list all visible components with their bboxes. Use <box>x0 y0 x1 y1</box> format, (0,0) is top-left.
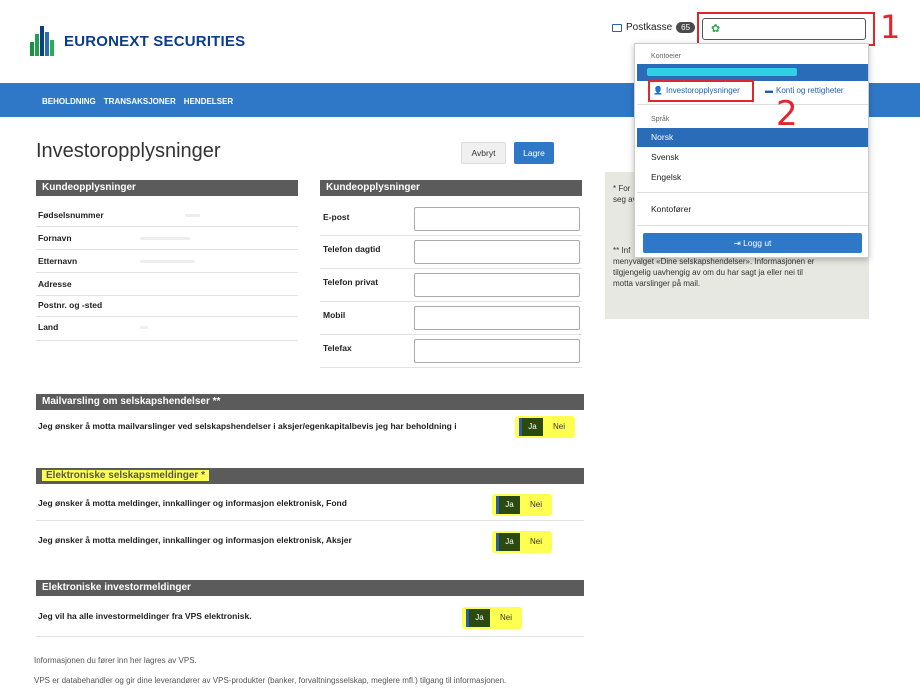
electronic-messages-heading-text: Elektroniske selskapsmeldinger * <box>42 470 209 481</box>
electronic-messages-heading: Elektroniske selskapsmeldinger * <box>36 468 584 484</box>
mail-notification-toggle[interactable]: Ja Nei <box>515 416 575 438</box>
fax-input[interactable] <box>414 339 580 363</box>
save-button[interactable]: Lagre <box>514 142 554 164</box>
side-note-2-line-2: tilgjengelig uavhengig av om du har sagt… <box>613 268 803 277</box>
row-divider <box>36 316 298 317</box>
field-label-postal: Postnr. og -sted <box>38 300 103 310</box>
euronext-logo-icon <box>30 26 58 56</box>
briefcase-icon: ▬ <box>765 86 773 95</box>
mailbox-count-badge: 65 <box>676 22 696 33</box>
toggle-yes[interactable]: Ja <box>496 496 520 514</box>
dropdown-section-language: Språk <box>651 116 670 123</box>
row-divider <box>36 520 584 521</box>
row-divider <box>36 340 298 341</box>
toggle-no[interactable]: Nei <box>524 533 548 551</box>
logout-label: Logg ut <box>743 238 772 248</box>
investor-messages-question: Jeg vil ha alle investormeldinger fra VP… <box>38 611 252 621</box>
row-divider <box>36 226 298 227</box>
electronic-fund-question: Jeg ønsker å motta meldinger, innkalling… <box>38 498 347 508</box>
nav-item-transaksjoner[interactable]: TRANSAKSJONER <box>104 97 176 106</box>
phone-private-input[interactable] <box>414 273 580 297</box>
field-label-mobile: Mobil <box>323 310 346 320</box>
row-divider <box>36 272 298 273</box>
dropdown-section-account-holder: Kontoeier <box>651 53 681 60</box>
customer-info-heading-right: Kundeopplysninger <box>320 180 582 196</box>
country-value-redacted <box>140 326 148 329</box>
cancel-button[interactable]: Avbryt <box>461 142 506 164</box>
annotation-box-2 <box>648 80 754 102</box>
account-holder-name-redacted <box>647 68 797 76</box>
side-note-1: * For <box>613 184 631 193</box>
toggle-yes[interactable]: Ja <box>466 609 490 627</box>
toggle-yes[interactable]: Ja <box>496 533 520 551</box>
national-id-value-redacted <box>185 214 200 217</box>
brand-logo[interactable]: EURONEXT SECURITIES <box>30 26 245 56</box>
field-label-first-name: Fornavn <box>38 233 72 243</box>
mail-notification-question: Jeg ønsker å motta mailvarslinger ved se… <box>38 421 457 431</box>
customer-info-heading-left: Kundeopplysninger <box>36 180 298 196</box>
last-name-value-redacted <box>140 260 195 263</box>
electronic-shares-question: Jeg ønsker å motta meldinger, innkalling… <box>38 535 352 545</box>
field-label-last-name: Etternavn <box>38 256 78 266</box>
brand-name: EURONEXT SECURITIES <box>64 32 246 50</box>
nav-item-beholdning[interactable]: BEHOLDNING <box>42 97 96 106</box>
row-divider <box>36 636 584 637</box>
row-divider <box>36 295 298 296</box>
user-dropdown-menu: Kontoeier 👤 Investoropplysninger ▬ Konti… <box>634 43 869 258</box>
toggle-no[interactable]: Nei <box>547 418 571 436</box>
dropdown-divider <box>637 225 868 226</box>
side-note-2: ** Inf <box>613 246 631 255</box>
mailbox-icon <box>612 23 622 32</box>
toggle-no[interactable]: Nei <box>524 496 548 514</box>
field-label-phone-day: Telefon dagtid <box>323 244 381 254</box>
footer-line-2: VPS er databehandler og gir dine leveran… <box>34 676 507 685</box>
mailbox-link[interactable]: Postkasse 65 <box>612 22 696 33</box>
logout-button[interactable]: ⇥ Logg ut <box>643 233 862 253</box>
row-divider <box>320 334 582 335</box>
row-divider <box>320 301 582 302</box>
field-label-address: Adresse <box>38 279 72 289</box>
row-divider <box>320 367 582 368</box>
mobile-input[interactable] <box>414 306 580 330</box>
phone-day-input[interactable] <box>414 240 580 264</box>
toggle-yes[interactable]: Ja <box>519 418 543 436</box>
side-note-2-line-3: motta varslinger på mail. <box>613 279 701 288</box>
nav-item-hendelser[interactable]: HENDELSER <box>184 97 233 106</box>
footer-line-1: Informasjonen du fører inn her lagres av… <box>34 656 197 665</box>
electronic-shares-toggle[interactable]: Ja Nei <box>492 531 552 553</box>
page-title: Investoropplysninger <box>36 140 221 162</box>
logout-icon: ⇥ <box>733 238 741 248</box>
language-option-norsk[interactable]: Norsk <box>637 128 868 147</box>
field-label-national-id: Fødselsnummer <box>38 210 104 220</box>
dropdown-divider <box>637 192 868 193</box>
dropdown-divider <box>637 104 868 105</box>
field-label-fax: Telefax <box>323 343 352 353</box>
language-option-svensk[interactable]: Svensk <box>637 148 868 167</box>
field-label-country: Land <box>38 322 59 332</box>
annotation-box-1 <box>697 12 875 46</box>
mailbox-label: Postkasse <box>626 22 673 33</box>
annotation-number-1: 1 <box>880 8 901 46</box>
investor-messages-heading: Elektroniske investormeldinger <box>36 580 584 596</box>
field-label-email: E-post <box>323 212 350 222</box>
row-divider <box>320 235 582 236</box>
row-divider <box>320 268 582 269</box>
mail-notification-heading: Mailvarsling om selskapshendelser ** <box>36 394 584 410</box>
annotation-number-2: 2 <box>776 94 798 134</box>
language-option-engelsk[interactable]: Engelsk <box>637 168 868 187</box>
field-label-phone-private: Telefon privat <box>323 277 379 287</box>
toggle-no[interactable]: Nei <box>494 609 518 627</box>
email-input[interactable] <box>414 207 580 231</box>
electronic-fund-toggle[interactable]: Ja Nei <box>492 494 552 516</box>
row-divider <box>36 249 298 250</box>
investor-messages-toggle[interactable]: Ja Nei <box>462 607 522 629</box>
first-name-value-redacted <box>140 237 190 240</box>
account-operator-item[interactable]: Kontofører <box>637 200 868 219</box>
